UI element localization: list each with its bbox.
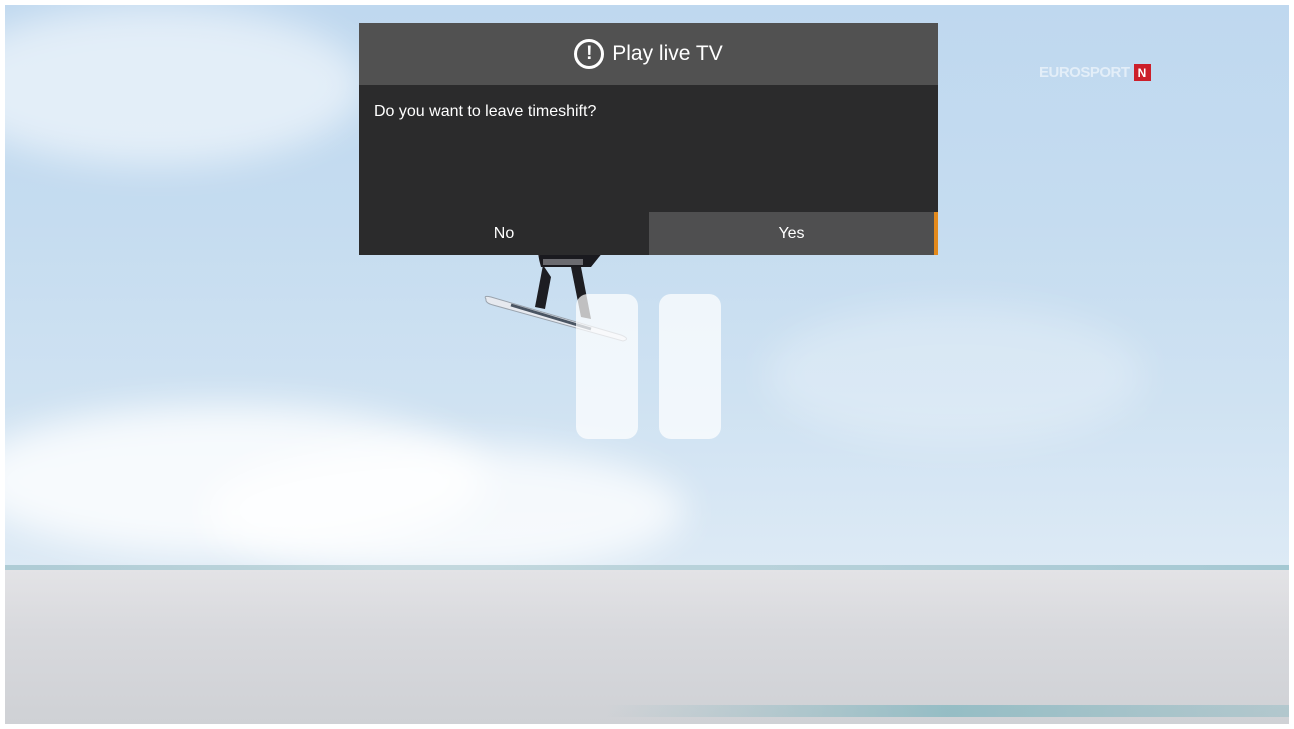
pause-bar-right xyxy=(659,294,721,439)
sky-cloud xyxy=(765,305,1145,445)
alert-circle-icon: ! xyxy=(574,39,605,69)
video-frame: EUROSPORT N ! Play live TV Do you want t… xyxy=(5,5,1289,724)
yes-button[interactable]: Yes xyxy=(649,212,938,255)
play-live-tv-dialog: ! Play live TV Do you want to leave time… xyxy=(359,23,938,255)
sky-cloud xyxy=(5,5,365,165)
halfpipe-shadow xyxy=(605,705,1289,717)
pause-bar-left xyxy=(576,294,638,439)
channel-name: EUROSPORT xyxy=(1039,64,1130,81)
halfpipe-wall xyxy=(5,570,1289,724)
dialog-message: Do you want to leave timeshift? xyxy=(374,103,597,120)
pause-icon[interactable] xyxy=(576,294,722,440)
channel-logo: EUROSPORT N xyxy=(1039,64,1151,81)
channel-badge: N xyxy=(1133,64,1151,81)
dialog-title: Play live TV xyxy=(612,42,723,65)
dialog-header: ! Play live TV xyxy=(359,23,938,85)
sky-cloud xyxy=(205,445,685,575)
no-button[interactable]: No xyxy=(359,212,649,255)
